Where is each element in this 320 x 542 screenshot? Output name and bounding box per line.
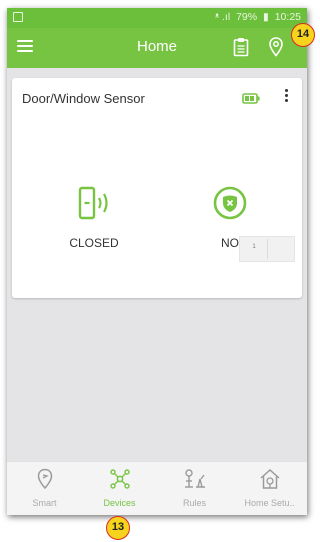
network-nodes-icon — [109, 469, 131, 494]
nav-home-setup-label: Home Setu.. — [244, 498, 295, 508]
battery-level-icon — [242, 91, 260, 109]
clock: 10:25 — [274, 11, 301, 23]
location-pin-icon — [37, 468, 53, 494]
door-status: CLOSED — [64, 183, 124, 250]
nav-rules-label: Rules — [182, 498, 206, 508]
location-pin-icon[interactable] — [269, 37, 283, 62]
callout-badge-13: 13 — [106, 516, 130, 540]
screenshot-notification-icon — [13, 12, 23, 22]
bottom-navigation: Smart Devices Rules Home Setu.. — [7, 461, 307, 515]
app-bar: Home — [7, 28, 307, 68]
rules-icon — [183, 469, 207, 494]
nav-rules[interactable]: Rules — [157, 468, 232, 508]
home-setup-icon — [259, 468, 281, 494]
more-options-icon[interactable] — [282, 89, 290, 105]
phone-screen: ᵜ .ıl 79% ▮ 10:25 Home Door/Window Senso… — [7, 8, 307, 515]
overlay-table-cell: 1 — [252, 244, 256, 250]
door-sensor-icon — [76, 186, 112, 227]
nav-devices-label: Devices — [103, 498, 136, 508]
status-bar: ᵜ .ıl 79% ▮ 10:25 — [7, 8, 307, 28]
battery-icon: ▮ — [263, 11, 269, 23]
signal-indicator: ᵜ .ıl — [214, 11, 231, 23]
door-status-label: CLOSED — [69, 236, 119, 250]
overlay-table: 1 — [239, 236, 295, 262]
nav-home-setup[interactable]: Home Setu.. — [232, 468, 307, 508]
device-card[interactable]: Door/Window Sensor CLOSED NO 1 — [12, 78, 302, 298]
callout-badge-14: 14 — [291, 23, 315, 47]
shield-alarm-icon — [212, 186, 248, 227]
overlay-table-divider — [267, 239, 268, 259]
status-indicators: ᵜ .ıl 79% ▮ 10:25 — [212, 11, 301, 23]
nav-smart[interactable]: Smart — [7, 468, 82, 508]
nav-smart-label: Smart — [32, 498, 57, 508]
page-title: Home — [136, 38, 177, 55]
nav-devices[interactable]: Devices — [82, 468, 157, 508]
battery-percent: 79% — [236, 11, 258, 23]
clipboard-icon[interactable] — [233, 37, 249, 62]
device-name: Door/Window Sensor — [22, 91, 145, 106]
